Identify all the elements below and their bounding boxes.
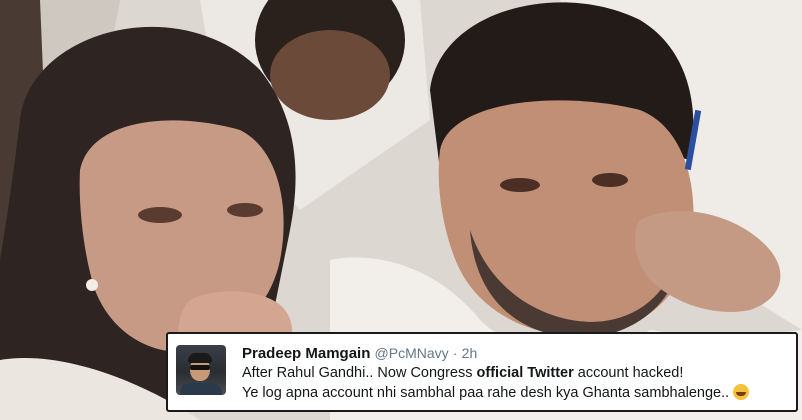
tweet-text-line-2: Ye log apna account nhi sambhal paa rahe…	[242, 383, 784, 403]
avatar-hair	[188, 353, 212, 363]
avatar-glasses	[190, 365, 210, 370]
tweet-timestamp[interactable]: 2h	[462, 345, 478, 361]
face-with-tears-of-joy-icon	[733, 384, 750, 400]
tweet-bold-twitter: Twitter	[527, 365, 574, 381]
tweet-bold-official: official	[476, 365, 524, 381]
tweet-text-line-1: After Rahul Gandhi.. Now Congress offici…	[242, 363, 784, 383]
tweet-text-part: account hacked!	[573, 365, 684, 381]
user-avatar[interactable]	[176, 345, 226, 395]
user-name[interactable]: Pradeep Mamgain	[242, 345, 370, 362]
separator-dot: ·	[452, 345, 458, 361]
user-handle[interactable]: @PcMNavy	[375, 345, 449, 361]
tweet-header: Pradeep Mamgain @PcMNavy · 2h	[242, 344, 784, 363]
tweet-text-part: After Rahul Gandhi.. Now Congress	[242, 365, 477, 381]
avatar-shirt	[180, 383, 222, 395]
tweet-card: Pradeep Mamgain @PcMNavy · 2h After Rahu…	[166, 332, 798, 412]
tweet-text-part: Ye log apna account nhi sambhal paa rahe…	[242, 385, 730, 401]
